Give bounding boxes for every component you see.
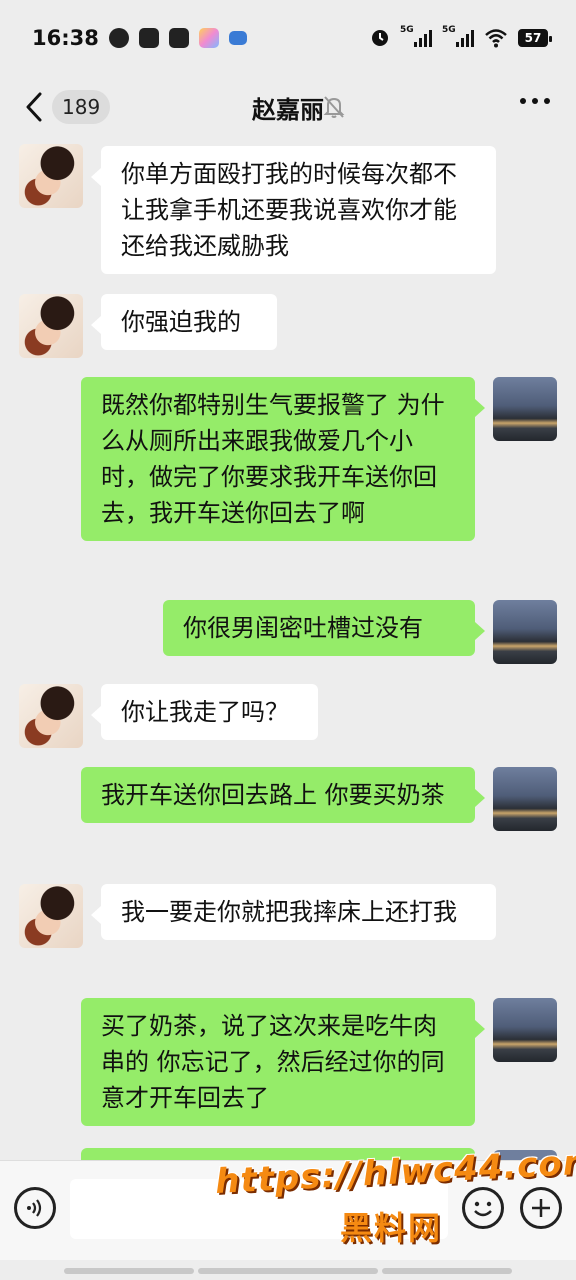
message-bubble-sent: 我开车送你回去路上 你要买奶茶 (81, 767, 485, 823)
my-avatar[interactable] (493, 767, 557, 831)
message-bubble-sent: 你很男闺密吐槽过没有 (163, 600, 485, 656)
status-bar: 16:38 5G 5G 57 (0, 0, 576, 76)
message-bubble-received: 我一要走你就把我摔床上还打我 (91, 884, 496, 940)
network-label-1: 5G (400, 25, 414, 35)
contact-avatar[interactable] (19, 144, 83, 208)
my-avatar[interactable] (493, 377, 557, 441)
app-an-icon (168, 28, 189, 48)
chat-header: 189 赵嘉丽 (0, 76, 576, 140)
smile-face-icon (474, 1201, 492, 1217)
emoji-icon[interactable] (462, 1187, 504, 1229)
battery-icon: 57 (518, 29, 552, 47)
network-label-2: 5G (442, 25, 456, 35)
contact-avatar[interactable] (19, 684, 83, 748)
my-avatar[interactable] (493, 600, 557, 664)
home-indicator-left (64, 1268, 194, 1274)
voice-wave-icon (27, 1199, 42, 1217)
more-icon[interactable] (520, 98, 550, 104)
app-colorful-icon (198, 28, 219, 48)
status-right: 5G 5G 57 (370, 25, 552, 48)
home-indicator-right (382, 1268, 512, 1274)
contact-avatar[interactable] (19, 294, 83, 358)
message-bubble-received: 你单方面殴打我的时候每次都不让我拿手机还要我说喜欢你才能还给我还威胁我 (91, 146, 496, 274)
signal-icon-1: 5G (400, 25, 432, 47)
plus-cross-icon (532, 1199, 550, 1217)
message-bubble-sent: 既然你都特别生气要报警了 为什么从厕所出来跟我做爱几个小时，做完了你要求我开车送… (81, 377, 485, 541)
contact-avatar[interactable] (19, 884, 83, 948)
message-bubble-received: 你强迫我的 (91, 294, 277, 350)
watermark-name: 黑料网 (340, 1209, 443, 1247)
app-notification-icon (108, 28, 129, 48)
voice-icon[interactable] (14, 1187, 56, 1229)
chat-title: 赵嘉丽 (252, 96, 324, 124)
alarm-icon (372, 30, 388, 46)
message-bubble-received: 你让我走了吗？ (91, 684, 318, 740)
home-indicator-center (198, 1268, 378, 1274)
app-blue-icon (228, 31, 247, 45)
wifi-icon (485, 29, 507, 48)
status-left: 16:38 (32, 26, 247, 50)
taobao-icon (138, 28, 159, 48)
my-avatar[interactable] (493, 998, 557, 1062)
mute-bell-icon (323, 96, 345, 118)
plus-icon[interactable] (520, 1187, 562, 1229)
signal-icon-2: 5G (442, 25, 474, 47)
message-bubble-sent: 买了奶茶，说了这次来是吃牛肉串的 你忘记了，然后经过你的同意才开车回去了 (81, 998, 485, 1126)
status-time: 16:38 (32, 26, 99, 50)
